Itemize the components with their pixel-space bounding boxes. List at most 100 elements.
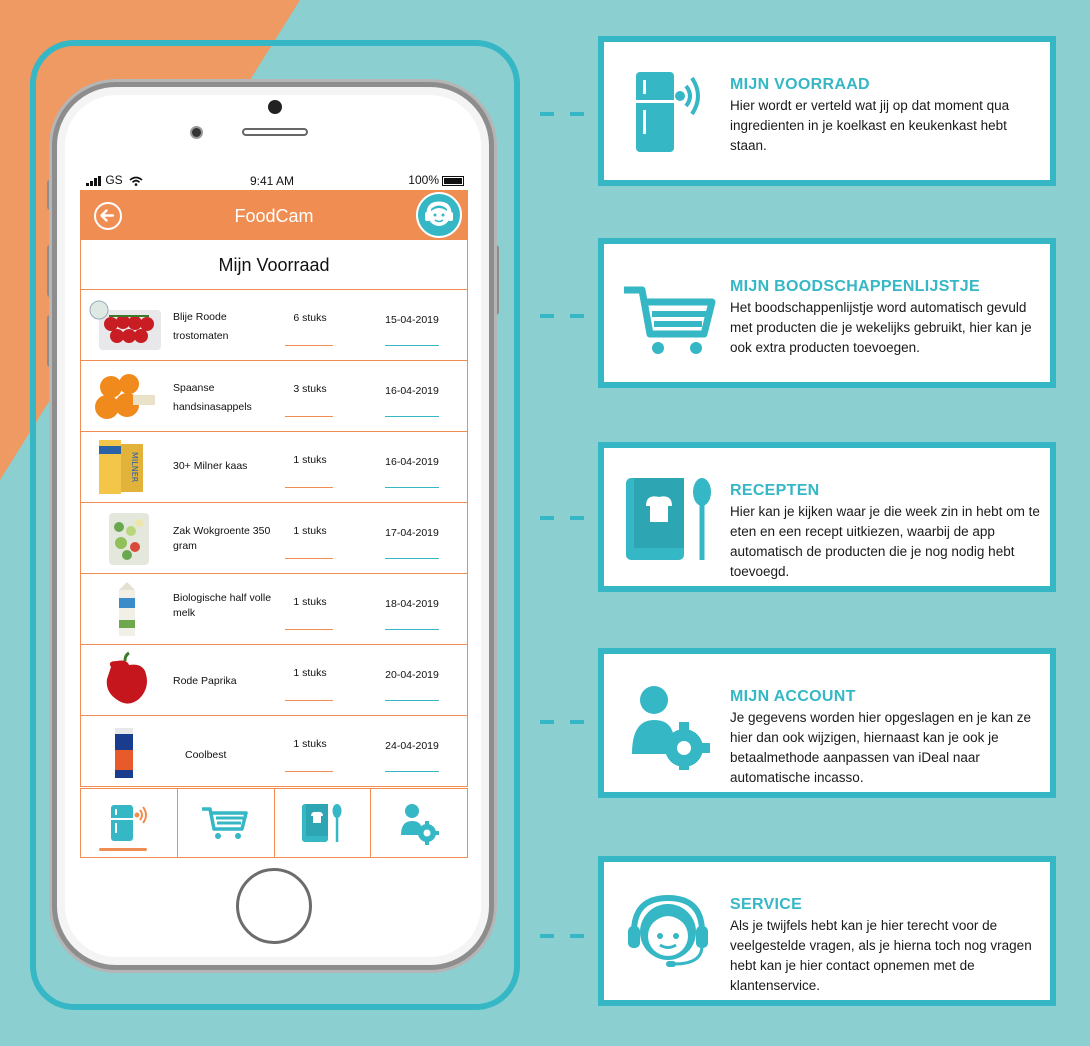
product-quantity: 1 stuks (293, 738, 327, 750)
connector-dash (540, 516, 588, 520)
date-underline (385, 700, 439, 701)
svg-text:MILNER: MILNER (130, 452, 139, 483)
connector-dash (540, 720, 588, 724)
feature-title: MIJN ACCOUNT (730, 688, 856, 705)
date-underline (385, 771, 439, 772)
date-underline (385, 416, 439, 417)
product-name: 30+ Milner kaas (173, 460, 248, 472)
app-header: FoodCam (80, 190, 468, 240)
signal-carrier: GS (86, 173, 143, 187)
quantity-underline (285, 629, 333, 630)
oranges-image (95, 374, 155, 419)
tomatoes-image (89, 300, 161, 350)
product-name: Biologische half volle melk (173, 592, 272, 619)
recipe-book-icon (302, 804, 342, 842)
feature-card-service: SERVICE Als je twijfels hebt kan je hier… (598, 856, 1056, 1006)
earpiece-speaker (242, 128, 308, 136)
date-underline (385, 629, 439, 630)
expiry-date: 16-04-2019 (385, 456, 439, 468)
app-title: FoodCam (234, 206, 314, 226)
headset-icon (628, 894, 708, 967)
tab-voorraad[interactable] (81, 789, 178, 857)
home-button[interactable] (236, 868, 312, 944)
quantity-underline (285, 771, 333, 772)
phone-screen: GS 9:41 AM 100% FoodCam Mijn Voorraad Bl… (80, 168, 468, 858)
headset-icon (425, 201, 453, 226)
expiry-date: 17-04-2019 (385, 527, 439, 539)
tab-recepten[interactable] (275, 789, 372, 857)
proximity-sensor (192, 128, 201, 137)
quantity-underline (285, 558, 333, 559)
product-quantity: 1 stuks (293, 525, 327, 537)
battery-icon (442, 175, 464, 186)
list-item[interactable]: Spaanse handsinasappels 3 stuks 16-04-20… (80, 361, 468, 432)
product-name: Blije Roode trostomaten (173, 311, 229, 342)
quantity-underline (285, 700, 333, 701)
list-item[interactable]: Rode Paprika 1 stuks 20-04-2019 (80, 645, 468, 716)
list-title: Mijn Voorraad (80, 240, 468, 290)
expiry-date: 24-04-2019 (385, 740, 439, 752)
product-quantity: 3 stuks (293, 383, 327, 395)
feature-title: RECEPTEN (730, 482, 820, 499)
product-quantity: 6 stuks (293, 312, 327, 324)
product-name: Zak Wokgroente 350 gram (173, 525, 271, 552)
signal-icon (86, 175, 101, 186)
vegetables-image (109, 513, 149, 565)
cart-icon (201, 807, 248, 839)
fridge-icon (110, 805, 147, 841)
tab-boodschappenlijstje[interactable] (178, 789, 275, 857)
front-camera (268, 100, 282, 114)
account-icon (401, 804, 440, 845)
list-item[interactable]: Biologische half volle melk 1 stuks 18-0… (80, 574, 468, 645)
quantity-underline (285, 487, 333, 488)
recipe-book-icon (626, 478, 711, 560)
expiry-date: 20-04-2019 (385, 669, 439, 681)
feature-description: Hier kan je kijken waar je die week zin … (730, 504, 1040, 579)
quantity-underline (285, 416, 333, 417)
feature-card-account: MIJN ACCOUNT Je gegevens worden hier opg… (598, 648, 1056, 798)
bottom-tab-bar (80, 788, 468, 858)
expiry-date: 18-04-2019 (385, 598, 439, 610)
date-underline (385, 345, 439, 346)
juice-carton-image (115, 728, 133, 778)
status-bar: GS 9:41 AM 100% (80, 168, 468, 190)
list-item[interactable]: MILNER 30+ Milner kaas 1 stuks 16-04-201… (80, 432, 468, 503)
list-item[interactable]: Coolbest 1 stuks 24-04-2019 (80, 716, 468, 787)
product-quantity: 1 stuks (293, 596, 327, 608)
fridge-icon (636, 72, 700, 152)
expiry-date: 16-04-2019 (385, 385, 439, 397)
carrier-label: GS (105, 173, 123, 187)
feature-description: Je gegevens worden hier opgeslagen en je… (730, 710, 1031, 785)
connector-dash (540, 314, 588, 318)
red-pepper-image (106, 651, 147, 704)
list-item[interactable]: Zak Wokgroente 350 gram 1 stuks 17-04-20… (80, 503, 468, 574)
feature-card-voorraad: MIJN VOORRAAD Hier wordt er verteld wat … (598, 36, 1056, 186)
battery-status: 100% (408, 173, 464, 187)
product-name: Spaanse handsinasappels (173, 382, 252, 413)
feature-card-recepten: RECEPTEN Hier kan je kijken waar je die … (598, 442, 1056, 592)
active-tab-indicator (99, 848, 147, 851)
feature-description: Als je twijfels hebt kan je hier terecht… (730, 918, 1032, 993)
product-name: Coolbest (185, 749, 227, 761)
feature-title: SERVICE (730, 896, 803, 913)
milk-carton-image (119, 582, 135, 636)
date-underline (385, 487, 439, 488)
connector-dash (540, 934, 588, 938)
product-quantity: 1 stuks (293, 454, 327, 466)
cheese-image: MILNER (99, 440, 143, 494)
expiry-date: 15-04-2019 (385, 314, 439, 326)
account-icon (632, 686, 710, 770)
date-underline (385, 558, 439, 559)
feature-title: MIJN BOODSCHAPPENLIJSTJE (730, 278, 980, 295)
battery-percent: 100% (408, 173, 439, 187)
tab-account[interactable] (371, 789, 467, 857)
connector-dash (540, 112, 588, 116)
list-item[interactable]: Blije Roode trostomaten 6 stuks 15-04-20… (80, 290, 468, 361)
quantity-underline (285, 345, 333, 346)
wifi-icon (129, 176, 143, 186)
feature-description: Hier wordt er verteld wat jij op dat mom… (730, 98, 1010, 153)
product-quantity: 1 stuks (293, 667, 327, 679)
service-button[interactable] (416, 192, 462, 238)
feature-card-boodschappenlijstje: MIJN BOODSCHAPPENLIJSTJE Het boodschappe… (598, 238, 1056, 388)
product-name: Rode Paprika (173, 675, 237, 687)
